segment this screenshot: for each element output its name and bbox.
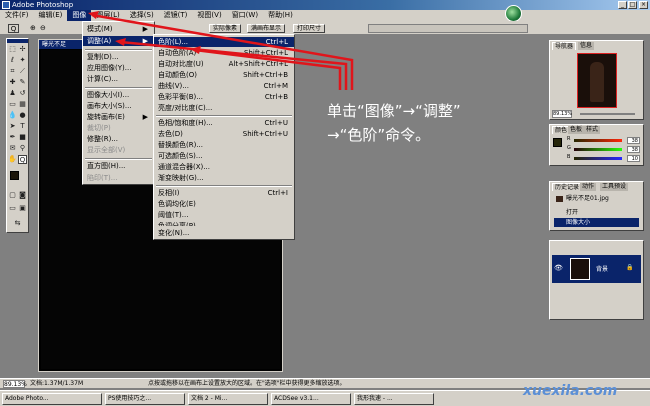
instruction-line-2: →“色阶”命令。 <box>327 126 431 144</box>
task-acdsee[interactable]: ACDSee v3.1... <box>271 393 351 405</box>
task-adobe-photoshop[interactable]: Adobe Photo... <box>2 393 102 405</box>
arrowhead-adjust <box>115 38 126 46</box>
status-hint: 点按或拖移以在画布上设置放大的区域。在"选项"栏中获得更多缩放选项。 <box>148 380 346 387</box>
instruction-line-1: 单击“图像”→“调整” <box>327 102 461 120</box>
site-watermark: xuexila.com <box>523 383 618 399</box>
task-ps-tips[interactable]: PS使用技巧之... <box>105 393 185 405</box>
arrow-to-adjust-menu <box>119 40 348 90</box>
task-document-word[interactable]: 文档 2 - Mi... <box>188 393 268 405</box>
instruction-annotation: 单击“图像”→“调整” →“色阶”命令。 <box>327 99 557 147</box>
arrowhead-image <box>88 11 99 19</box>
annotation-arrows <box>88 11 354 90</box>
status-zoom[interactable]: 89.13% <box>3 380 27 388</box>
status-doc-size: 文档:1.37M/1.37M <box>30 380 84 387</box>
task-wo-xing-wo-su[interactable]: 我形我速 - ... <box>354 393 434 405</box>
